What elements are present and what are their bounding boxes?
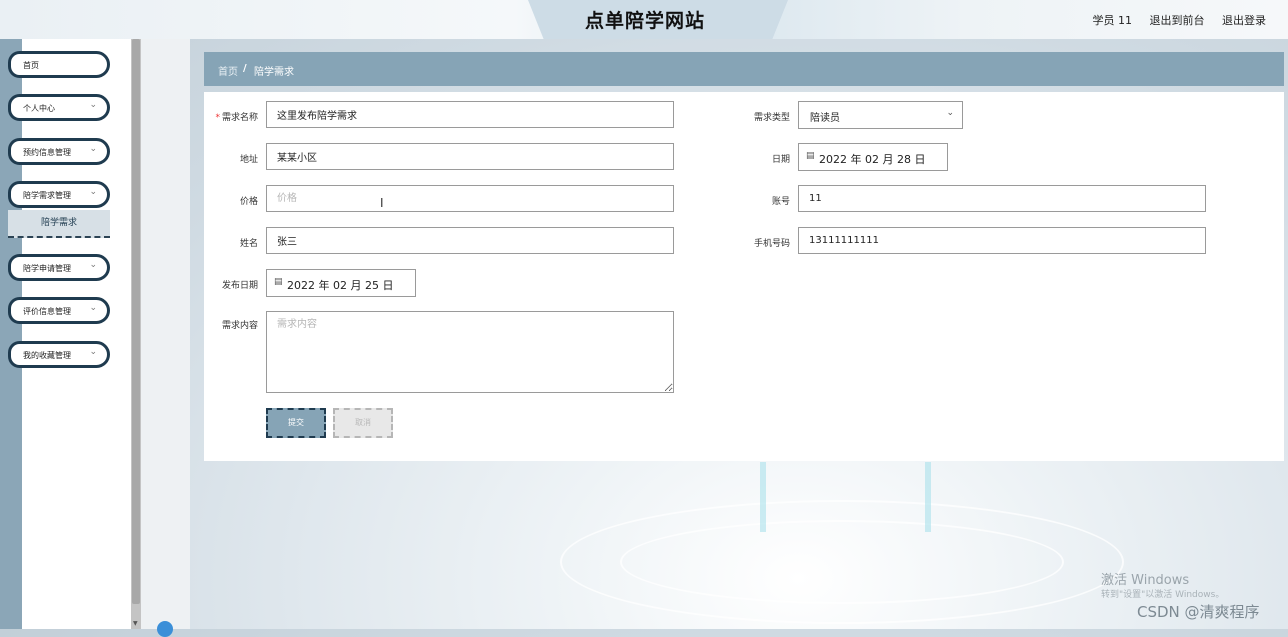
- date-label: 日期: [771, 155, 790, 165]
- sidebar-item-label: 首页: [23, 61, 39, 70]
- breadcrumb-home[interactable]: 首页: [218, 63, 238, 78]
- content-label: 需求内容: [221, 321, 258, 331]
- account-input[interactable]: [798, 185, 1206, 212]
- chevron-down-icon: ⌄: [89, 347, 97, 357]
- sidebar-item-label: 个人中心: [23, 104, 55, 113]
- demand-type-label: 需求类型: [753, 113, 790, 123]
- publish-date-picker[interactable]: ▤ 2022 年 02 月 25 日: [266, 269, 416, 297]
- sidebar-item-favorites[interactable]: 我的收藏管理 ⌄: [8, 341, 110, 368]
- chevron-down-icon: ⌄: [89, 303, 97, 313]
- windows-activate-title: 激活 Windows: [1101, 573, 1190, 588]
- sidebar-item-label: 陪学需求管理: [23, 191, 71, 200]
- price-input[interactable]: [266, 185, 674, 212]
- sidebar-item-label: 预约信息管理: [23, 148, 71, 157]
- content-textarea[interactable]: [266, 311, 674, 393]
- address-input[interactable]: [266, 143, 674, 170]
- sidebar-item-label: 评价信息管理: [23, 307, 71, 316]
- sidebar-item-appointment[interactable]: 预约信息管理 ⌄: [8, 138, 110, 165]
- breadcrumb-current: 陪学需求: [254, 67, 294, 78]
- sidebar-item-demand[interactable]: 陪学需求管理 ⌄: [8, 181, 110, 208]
- calendar-icon: ▤: [274, 277, 283, 287]
- name-label: 姓名: [239, 239, 258, 249]
- breadcrumb-separator: /: [243, 63, 247, 74]
- sidebar-strip: [0, 39, 22, 629]
- sidebar-item-personal-center[interactable]: 个人中心 ⌄: [8, 94, 110, 121]
- account-label: 账号: [771, 197, 790, 207]
- sidebar-gap: [141, 39, 190, 629]
- sidebar-item-label: 我的收藏管理: [23, 351, 71, 360]
- user-name: 学员 11: [1092, 14, 1133, 27]
- chevron-down-icon: ⌄: [89, 144, 97, 154]
- background-pillar: [925, 462, 931, 532]
- scrollbar-thumb[interactable]: [132, 39, 140, 604]
- price-label: 价格: [239, 197, 258, 207]
- demand-type-select[interactable]: 陪读员 ⌄: [798, 101, 963, 129]
- date-picker[interactable]: ▤ 2022 年 02 月 28 日: [798, 143, 948, 171]
- calendar-icon: ▤: [806, 151, 815, 161]
- chevron-down-icon: ⌄: [89, 187, 97, 197]
- sidebar-item-home[interactable]: 首页: [8, 51, 110, 78]
- name-input[interactable]: [266, 227, 674, 254]
- background-ring: [620, 520, 1064, 604]
- floating-button-icon[interactable]: [157, 621, 173, 637]
- submit-button[interactable]: 提交: [266, 408, 326, 438]
- date-value: 2022 年 02 月 28 日: [819, 153, 926, 166]
- address-label: 地址: [239, 155, 258, 165]
- publish-date-value: 2022 年 02 月 25 日: [287, 279, 394, 292]
- top-links: 学员 11 退出到前台 退出登录: [1079, 12, 1267, 28]
- chevron-down-icon: ⌄: [946, 108, 954, 118]
- demand-type-value: 陪读员: [810, 113, 840, 124]
- top-bar: 点单陪学网站 学员 11 退出到前台 退出登录: [0, 0, 1288, 39]
- sidebar-item-label: 陪学申请管理: [23, 264, 71, 273]
- csdn-watermark: CSDN @清爽程序: [1137, 603, 1260, 621]
- scroll-down-arrow-icon[interactable]: ▼: [133, 620, 138, 627]
- text-cursor-icon: I: [380, 196, 384, 210]
- back-to-front-link[interactable]: 退出到前台: [1150, 14, 1205, 27]
- chevron-down-icon: ⌄: [89, 260, 97, 270]
- sidebar-item-application[interactable]: 陪学申请管理 ⌄: [8, 254, 110, 281]
- publish-date-label: 发布日期: [221, 281, 258, 291]
- cancel-button[interactable]: 取消: [333, 408, 393, 438]
- site-title: 点单陪学网站: [584, 10, 705, 32]
- logout-link[interactable]: 退出登录: [1222, 14, 1266, 27]
- chevron-down-icon: ⌄: [89, 100, 97, 110]
- demand-name-input[interactable]: [266, 101, 674, 128]
- sidebar: [22, 39, 131, 629]
- windows-activate-subtitle: 转到"设置"以激活 Windows。: [1101, 590, 1225, 600]
- sidebar-item-evaluation[interactable]: 评价信息管理 ⌄: [8, 297, 110, 324]
- breadcrumb: 首页 / 陪学需求: [204, 52, 1284, 86]
- background-pillar: [760, 462, 766, 532]
- phone-input[interactable]: [798, 227, 1206, 254]
- sidebar-subitem-demand[interactable]: 陪学需求: [8, 210, 110, 238]
- sidebar-scrollbar[interactable]: ▼: [131, 39, 141, 629]
- phone-label: 手机号码: [753, 239, 790, 249]
- demand-name-label: * 需求名称: [215, 113, 258, 123]
